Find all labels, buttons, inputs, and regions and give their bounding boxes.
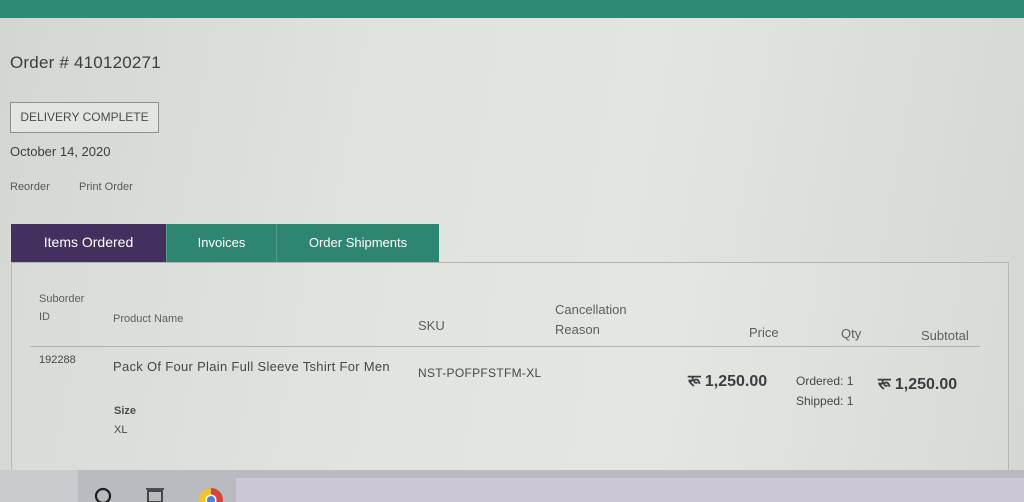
chrome-icon[interactable] [191, 473, 231, 502]
row-suborder-id: 192288 [39, 354, 76, 366]
row-product-name[interactable]: Pack Of Four Plain Full Sleeve Tshirt Fo… [113, 357, 403, 376]
windows-taskbar [0, 470, 1024, 502]
header-product-name: Product Name [113, 313, 184, 325]
header-suborder-line1: Suborder [39, 293, 85, 305]
tab-invoices[interactable]: Invoices [166, 224, 276, 263]
header-sku: SKU [418, 318, 445, 333]
tab-order-shipments[interactable]: Order Shipments [276, 224, 439, 263]
header-subtotal: Subtotal [921, 328, 969, 343]
order-tabs: Items Ordered Invoices Order Shipments [11, 224, 439, 263]
row-qty-shipped: Shipped: 1 [796, 394, 854, 408]
taskbar-search-box[interactable] [0, 470, 78, 502]
task-view-icon[interactable] [136, 473, 176, 502]
header-price: Price [749, 325, 779, 340]
row-size-value: XL [114, 424, 128, 436]
header-cancellation-reason: Cancellation Reason [555, 300, 627, 340]
print-order-link[interactable]: Print Order [79, 181, 133, 193]
price-amount: 1,250.00 [704, 373, 768, 390]
row-sku: NST-POFPFSTFM-XL [418, 366, 542, 380]
reorder-link[interactable]: Reorder [10, 181, 50, 193]
header-suborder-line2: ID [39, 311, 50, 323]
price-currency: रू [688, 373, 701, 390]
cortana-icon[interactable] [84, 473, 124, 502]
row-size-label: Size [114, 405, 137, 417]
order-title: Order # 410120271 [10, 53, 161, 72]
row-subtotal: रू 1,250.00 [878, 372, 957, 394]
subtotal-amount: 1,250.00 [894, 376, 958, 393]
row-qty-ordered: Ordered: 1 [796, 374, 854, 388]
tab-items-ordered[interactable]: Items Ordered [11, 224, 166, 263]
taskbar-app-area [236, 478, 1024, 502]
header-qty: Qty [841, 326, 862, 341]
row-price: रू 1,250.00 [688, 369, 767, 391]
header-suborder-id: Suborder ID [39, 290, 84, 326]
subtotal-currency: रू [878, 376, 891, 393]
header-cancellation-line1: Cancellation [555, 302, 627, 317]
header-cancellation-line2: Reason [555, 322, 600, 337]
status-badge: DELIVERY COMPLETE [10, 102, 159, 133]
top-header-bar [0, 0, 1024, 18]
table-header-divider [30, 346, 980, 347]
order-date: October 14, 2020 [10, 144, 111, 159]
